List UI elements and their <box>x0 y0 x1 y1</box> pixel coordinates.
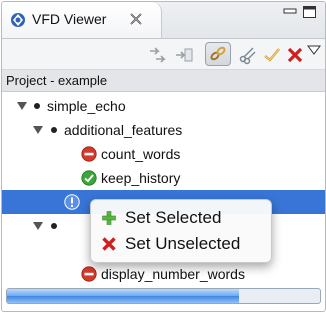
vfd-viewer-window: VFD Viewer Project - example simple_echo… <box>1 1 326 312</box>
progress-fill <box>7 289 239 303</box>
tab-title: VFD Viewer <box>32 11 107 27</box>
info-status-icon <box>64 194 80 210</box>
tree-node-label: keep_history <box>101 170 181 186</box>
link-chain-icon <box>210 46 226 61</box>
tree-node-label: count_words <box>101 146 181 162</box>
project-label: Project - example <box>2 70 325 92</box>
tree-row[interactable]: display_number_words <box>2 262 325 286</box>
expand-arrows-icon[interactable] <box>147 45 167 65</box>
collapse-arrows-icon[interactable] <box>174 45 194 65</box>
triangle-down-icon[interactable] <box>307 44 321 56</box>
scissors-icon[interactable] <box>238 45 258 65</box>
view-tab-bar: VFD Viewer <box>2 2 325 39</box>
red-x-icon[interactable] <box>285 45 305 65</box>
expand-triangle-icon[interactable] <box>33 221 43 231</box>
tree-row[interactable]: simple_echo <box>2 94 325 118</box>
red-x-icon <box>102 237 116 251</box>
set-unselected-menu-item[interactable]: Set Unselected <box>91 231 271 257</box>
tree-node-label: additional_features <box>64 122 183 138</box>
tree-row[interactable]: count_words <box>2 142 325 166</box>
close-tab-icon[interactable] <box>128 11 144 27</box>
tree-node-label: simple_echo <box>47 98 126 114</box>
red-minus-icon <box>81 266 97 282</box>
context-menu: Set Selected Set Unselected <box>90 199 272 263</box>
tree-row[interactable]: keep_history <box>2 166 325 190</box>
expand-triangle-icon[interactable] <box>17 101 27 111</box>
red-minus-icon <box>81 146 97 162</box>
feature-bullet-icon <box>34 103 40 109</box>
tree-node-label: display_number_words <box>101 266 245 282</box>
set-selected-menu-item[interactable]: Set Selected <box>91 205 271 231</box>
vfd-viewer-tab[interactable]: VFD Viewer <box>2 2 162 38</box>
link-button[interactable] <box>205 42 231 66</box>
menu-item-label: Set Selected <box>125 208 222 227</box>
green-check-icon <box>81 170 97 186</box>
expand-triangle-icon[interactable] <box>33 125 43 135</box>
feature-bullet-icon <box>51 223 57 229</box>
checkmark-icon[interactable] <box>262 45 282 65</box>
maximize-icon[interactable] <box>303 6 316 18</box>
green-plus-icon <box>102 211 116 225</box>
vfd-viewer-icon <box>11 13 25 27</box>
tree-row[interactable]: additional_features <box>2 118 325 142</box>
progress-bar <box>6 288 321 304</box>
view-toolbar <box>2 39 325 70</box>
feature-bullet-icon <box>51 127 57 133</box>
minimize-icon[interactable] <box>283 8 297 18</box>
menu-item-label: Set Unselected <box>125 234 241 253</box>
